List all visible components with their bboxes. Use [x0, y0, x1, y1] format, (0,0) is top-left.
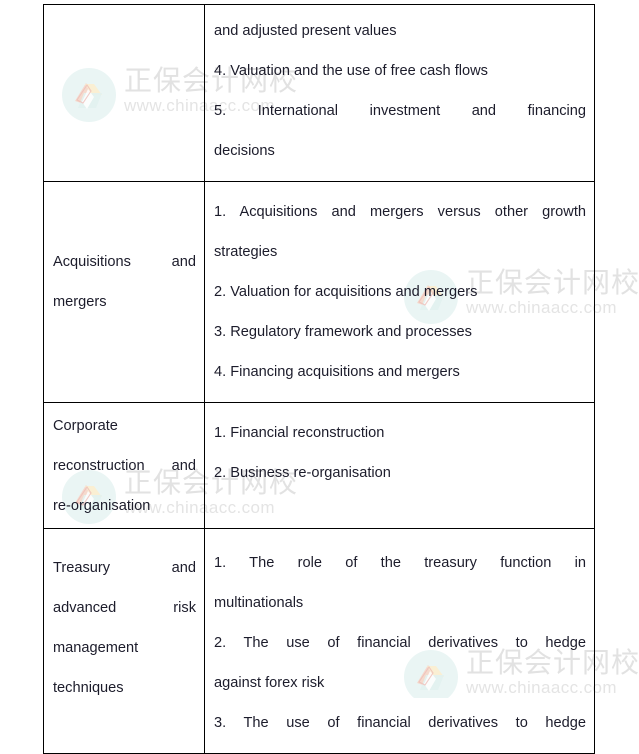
topic-line: Acquisitions and — [53, 253, 196, 270]
detail-line: 2. Valuation for acquisitions and merger… — [214, 284, 478, 300]
detail-line: against forex risk — [214, 675, 325, 691]
topic-cell-content: Corporate reconstruction and re-organisa… — [44, 403, 204, 528]
detail-cell: 1. The role of the treasury function in … — [204, 528, 595, 754]
detail-line: 3. The use of financial derivatives to h… — [214, 715, 586, 731]
detail-cell-content: and adjusted present values 4. Valuation… — [205, 5, 594, 181]
detail-cell: and adjusted present values 4. Valuation… — [204, 4, 595, 182]
detail-line: 1. The role of the treasury function in — [214, 555, 586, 571]
topic-cell-content — [44, 5, 204, 171]
topic-cell-content: Treasury and advanced risk management te… — [44, 529, 204, 723]
detail-cell: 1. Acquisitions and mergers versus other… — [204, 181, 595, 403]
detail-line: 4. Financing acquisitions and mergers — [214, 364, 460, 380]
topic-line: advanced risk — [53, 600, 196, 616]
detail-line: and adjusted present values — [214, 23, 397, 39]
topic-cell-content: Acquisitions and mergers — [44, 182, 204, 381]
detail-line: 1. Financial reconstruction — [214, 425, 385, 441]
topic-line: re-organisation — [53, 497, 151, 514]
topic-cell: Corporate reconstruction and re-organisa… — [43, 402, 205, 529]
topic-line: Corporate — [53, 417, 118, 434]
topic-line: reconstruction and — [53, 457, 196, 474]
detail-line: 5. International investment and financin… — [214, 103, 586, 119]
detail-line: 4. Valuation and the use of free cash fl… — [214, 63, 488, 79]
detail-cell-content: 1. Acquisitions and mergers versus other… — [205, 182, 594, 402]
topic-cell — [43, 4, 205, 182]
table-row: and adjusted present values 4. Valuation… — [43, 4, 595, 182]
detail-line: 1. Acquisitions and mergers versus other… — [214, 204, 586, 220]
table-row: Treasury and advanced risk management te… — [43, 528, 595, 754]
detail-cell-content: 1. The role of the treasury function in … — [205, 529, 594, 753]
syllabus-table-body: and adjusted present values 4. Valuation… — [43, 4, 595, 754]
detail-cell: 1. Financial reconstruction 2. Business … — [204, 402, 595, 529]
topic-line: mergers — [53, 293, 107, 310]
topic-cell: Acquisitions and mergers — [43, 181, 205, 403]
syllabus-table: and adjusted present values 4. Valuation… — [43, 4, 595, 754]
detail-line: 2. The use of financial derivatives to h… — [214, 635, 586, 651]
detail-line: decisions — [214, 143, 275, 159]
topic-cell: Treasury and advanced risk management te… — [43, 528, 205, 754]
table-row: Corporate reconstruction and re-organisa… — [43, 402, 595, 529]
detail-line: strategies — [214, 244, 278, 260]
detail-line: 3. Regulatory framework and processes — [214, 324, 472, 340]
detail-line: 2. Business re-organisation — [214, 465, 391, 481]
topic-line: Treasury and — [53, 560, 196, 576]
detail-cell-content: 1. Financial reconstruction 2. Business … — [205, 403, 594, 503]
table-row: Acquisitions and mergers 1. Acquisitions… — [43, 181, 595, 403]
detail-line: multinationals — [214, 595, 304, 611]
topic-line: management — [53, 640, 139, 656]
topic-line: techniques — [53, 680, 124, 696]
